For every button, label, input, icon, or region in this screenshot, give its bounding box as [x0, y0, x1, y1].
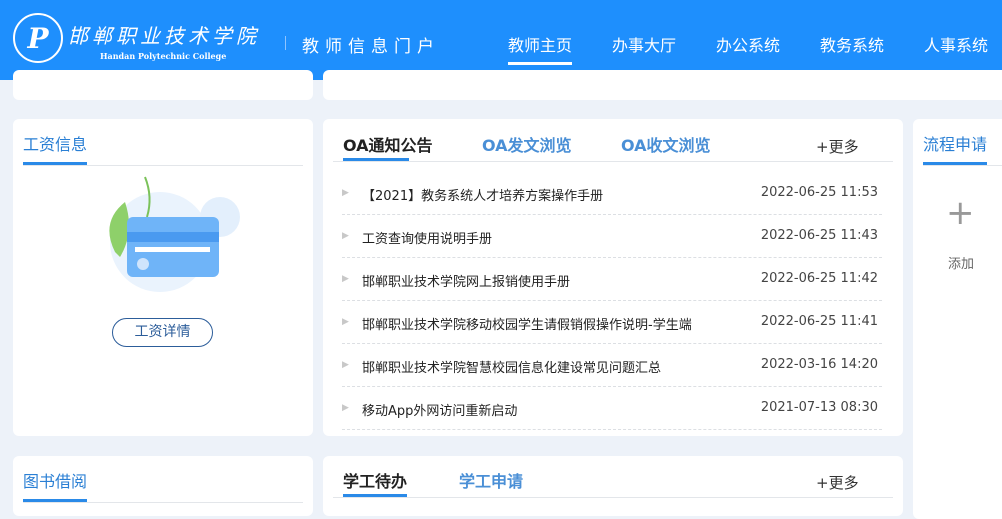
notice-title[interactable]: 【2021】教务系统人才培养方案操作手册 — [362, 185, 603, 204]
bullet-icon: ▶ — [342, 360, 349, 370]
header: P 邯郸职业技术学院 Handan Polytechnic College 教师… — [0, 0, 1002, 80]
notice-item[interactable]: ▶ 邯郸职业技术学院移动校园学生请假销假操作说明-学生端 2022-06-25 11… — [342, 301, 882, 344]
add-process-label[interactable]: 添加 — [948, 253, 974, 272]
notice-date: 2022-06-25 11:43 — [760, 228, 878, 243]
school-name: 邯郸职业技术学院 — [68, 24, 260, 48]
nav-teacher-home[interactable]: 教师主页 — [508, 32, 573, 65]
bullet-icon: ▶ — [342, 188, 349, 198]
divider — [23, 165, 303, 166]
tab-student-apply[interactable]: 学工申请 — [459, 468, 523, 492]
process-card — [913, 119, 1002, 519]
divider — [285, 36, 286, 50]
salary-card-illustration — [109, 176, 240, 292]
tab-oa-received[interactable]: OA收文浏览 — [621, 132, 711, 156]
nav-academic-system[interactable]: 教务系统 — [820, 32, 884, 56]
notice-title[interactable]: 邯郸职业技术学院网上报销使用手册 — [362, 271, 570, 290]
student-more-link[interactable]: +更多 — [816, 472, 859, 493]
add-icon[interactable]: + — [946, 196, 975, 230]
nav-office-system[interactable]: 办公系统 — [716, 32, 780, 56]
salary-title: 工资信息 — [23, 135, 88, 154]
notice-item[interactable]: ▶ 邯郸职业技术学院网上报销使用手册 2022-06-25 11:42 — [342, 258, 882, 301]
divider — [333, 161, 893, 162]
notice-date: 2022-06-25 11:41 — [760, 314, 878, 329]
school-name-en: Handan Polytechnic College — [100, 51, 227, 61]
college-logo: P — [13, 13, 63, 63]
tab-oa-notice[interactable]: OA通知公告 — [343, 132, 433, 156]
notice-title[interactable]: 邯郸职业技术学院智慧校园信息化建设常见问题汇总 — [362, 357, 661, 376]
divider — [23, 502, 303, 503]
notice-date: 2022-06-25 11:53 — [760, 185, 878, 200]
bullet-icon: ▶ — [342, 317, 349, 327]
bullet-icon: ▶ — [342, 231, 349, 241]
tab-oa-sent[interactable]: OA发文浏览 — [482, 132, 572, 156]
salary-detail-button[interactable]: 工资详情 — [112, 318, 213, 347]
tab-student-todo[interactable]: 学工待办 — [343, 468, 407, 492]
notice-item[interactable]: ▶ 邯郸职业技术学院智慧校园信息化建设常见问题汇总 2022-03-16 14:20 — [342, 344, 882, 387]
bullet-icon: ▶ — [342, 274, 349, 284]
notice-date: 2021-07-13 08:30 — [760, 400, 878, 415]
oa-more-link[interactable]: +更多 — [816, 136, 859, 157]
top-card-left — [13, 70, 313, 100]
portal-title: 教师信息门户 — [302, 37, 440, 57]
notice-title[interactable]: 邯郸职业技术学院移动校园学生请假销假操作说明-学生端 — [362, 314, 692, 333]
process-title: 流程申请 — [923, 135, 988, 154]
divider — [923, 165, 1002, 166]
nav-service-hall[interactable]: 办事大厅 — [612, 32, 676, 56]
notice-title[interactable]: 移动App外网访问重新启动 — [362, 400, 517, 419]
notice-item[interactable]: ▶ 【2021】教务系统人才培养方案操作手册 2022-06-25 11:53 — [342, 172, 882, 215]
nav-hr-system[interactable]: 人事系统 — [924, 32, 988, 56]
bullet-icon: ▶ — [342, 403, 349, 413]
notice-item[interactable]: ▶ 移动App外网访问重新启动 2021-07-13 08:30 — [342, 387, 882, 430]
divider — [333, 497, 893, 498]
top-card-right — [323, 70, 1002, 100]
notice-title[interactable]: 工资查询使用说明手册 — [362, 228, 492, 247]
notice-item[interactable]: ▶ 工资查询使用说明手册 2022-06-25 11:43 — [342, 215, 882, 258]
notice-date: 2022-03-16 14:20 — [760, 357, 878, 372]
library-title: 图书借阅 — [23, 472, 88, 491]
notice-date: 2022-06-25 11:42 — [760, 271, 878, 286]
